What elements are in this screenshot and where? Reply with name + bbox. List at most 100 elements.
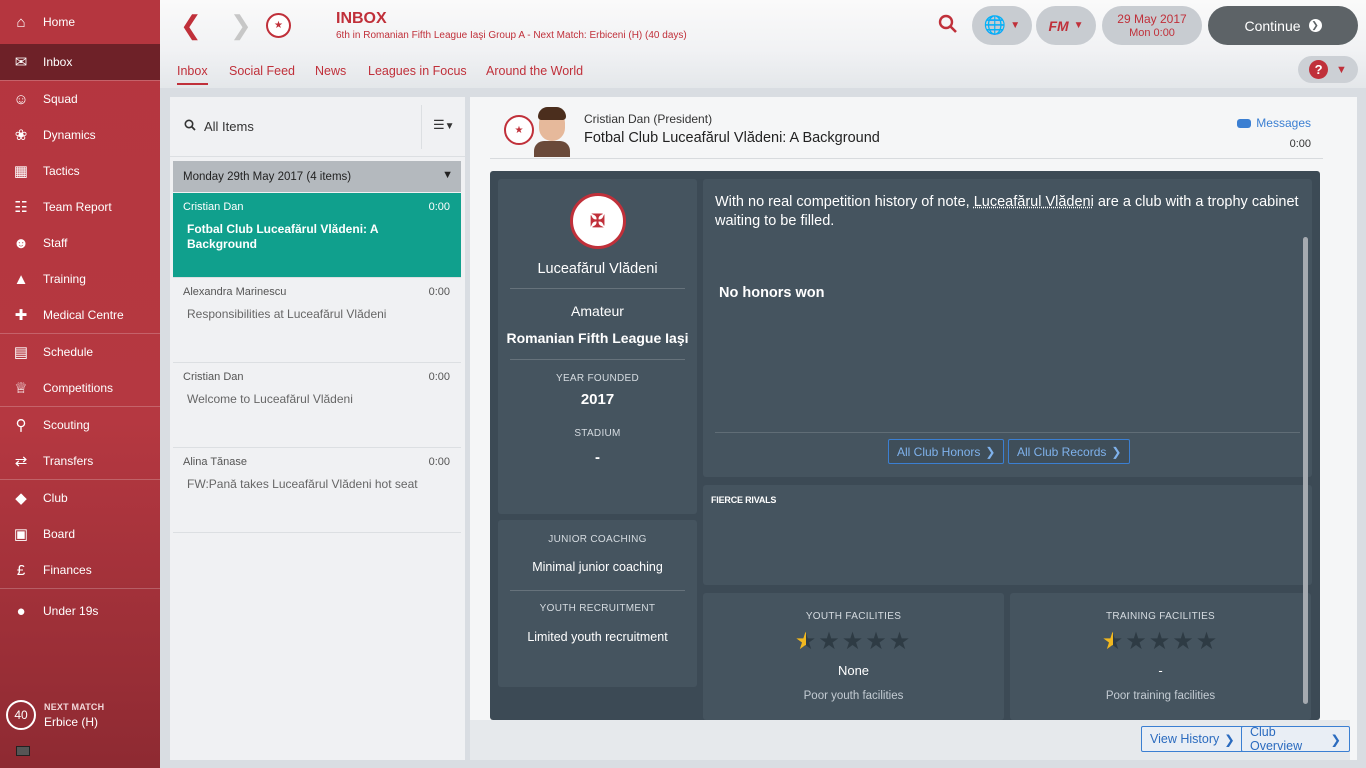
forward-arrow-icon[interactable]: ❯ [230, 12, 252, 38]
all-club-records-button[interactable]: All Club Records ❯ [1008, 439, 1131, 464]
star-icon: ★ [818, 628, 842, 655]
sidebar-item-medical-centre[interactable]: ✚ Medical Centre [0, 297, 160, 333]
date-button[interactable]: 29 May 2017 Mon 0:00 [1102, 6, 1202, 45]
club-name[interactable]: Luceafărul Vlădeni [498, 261, 697, 277]
club-badge-icon[interactable]: ★ [266, 13, 291, 38]
youth-facilities-card: YOUTH FACILITIES ★★★★★★ None Poor youth … [703, 593, 1004, 720]
list-item[interactable]: Cristian Dan 0:00 Welcome to Luceafărul … [173, 363, 461, 448]
sidebar-item-staff[interactable]: ☻ Staff [0, 225, 160, 261]
scrollbar[interactable] [1303, 237, 1308, 704]
tab-around-the-world[interactable]: Around the World [486, 64, 583, 78]
sidebar-item-label: Team Report [43, 200, 112, 214]
all-club-honors-button[interactable]: All Club Honors ❯ [888, 439, 1005, 464]
message-time: 0:00 [428, 286, 450, 298]
view-history-button[interactable]: View History ❯ [1141, 726, 1244, 752]
staff-icon: ☻ [13, 234, 29, 252]
team-report-icon: ☷ [14, 199, 28, 216]
sidebar-item-under-19s[interactable]: ● Under 19s [0, 589, 160, 633]
sidebar-item-label: Scouting [43, 418, 90, 432]
club-link[interactable]: Luceafărul Vlădeni [974, 194, 1094, 210]
message-view: ★ Cristian Dan (President) Fotbal Club L… [470, 97, 1357, 760]
next-match-widget[interactable]: 40 NEXT MATCH Erbice (H) [6, 700, 104, 730]
date-group-label: Monday 29th May 2017 (4 items) [183, 170, 352, 183]
star-icon: ★ [1125, 628, 1149, 655]
sidebar-item-label: Finances [43, 563, 92, 577]
club-description-card: With no real competition history of note… [703, 179, 1312, 477]
help-button[interactable]: ? ▼ [1298, 56, 1358, 83]
star-icon: ★★ [794, 628, 819, 655]
current-day-time: Mon 0:00 [1129, 27, 1175, 39]
sidebar-item-scouting[interactable]: ⚲ Scouting [0, 407, 160, 443]
sidebar-item-finances[interactable]: £ Finances [0, 552, 160, 588]
sidebar-nav: ⌂ Home ✉ Inbox ☺ Squad ❀ Dynamics ▦ Tactics ☷ Team … [0, 0, 160, 633]
chevron-down-icon: ▼ [1010, 20, 1021, 31]
message-time: 0:00 [428, 456, 450, 468]
top-bar: ❮ ❯ ★ INBOX 6th in Romanian Fifth League… [160, 0, 1366, 50]
bottom-bar: View History ❯ Club Overview ❯ [470, 720, 1350, 760]
star-icon: ★ [1195, 628, 1220, 655]
continue-button[interactable]: Continue ❯ [1208, 6, 1358, 45]
tab-inbox[interactable]: Inbox [177, 64, 208, 85]
tab-social-feed[interactable]: Social Feed [229, 64, 295, 78]
youth-facilities-label: YOUTH FACILITIES [805, 611, 902, 622]
star-icon: ★ [841, 628, 866, 655]
sidebar-item-board[interactable]: ▣ Board [0, 516, 160, 552]
next-match-title: NEXT MATCH [44, 701, 105, 712]
all-club-honors-label: All Club Honors [897, 444, 981, 459]
sidebar-item-label: Home [43, 15, 76, 29]
list-item[interactable]: Alexandra Marinescu 0:00 Responsibilitie… [173, 278, 461, 363]
club-status: Amateur [571, 303, 624, 319]
sidebar-item-tactics[interactable]: ▦ Tactics [0, 153, 160, 189]
sidebar-item-competitions[interactable]: ♕ Competitions [0, 370, 160, 406]
sidebar-item-transfers[interactable]: ⇄ Transfers [0, 443, 160, 479]
continue-label: Continue [1244, 17, 1301, 34]
list-item[interactable]: Cristian Dan 0:00 Fotbal Club Luceafărul… [173, 193, 461, 278]
sidebar-item-training[interactable]: ▲ Training [0, 261, 160, 297]
monitor-icon[interactable] [16, 746, 30, 756]
tab-leagues-in-focus[interactable]: Leagues in Focus [368, 64, 467, 78]
sidebar-item-label: Inbox [43, 55, 73, 69]
year-founded-label: YEAR FOUNDED [555, 373, 640, 384]
world-menu-button[interactable]: 🌐 ▼ [972, 6, 1032, 45]
search-icon[interactable] [938, 14, 958, 40]
back-arrow-icon[interactable]: ❮ [180, 12, 202, 38]
sender-line[interactable]: Cristian Dan (President) [584, 112, 712, 126]
tab-news[interactable]: News [315, 64, 346, 78]
club-overview-button[interactable]: Club Overview ❯ [1241, 725, 1350, 753]
chevron-down-icon: ▼ [442, 169, 453, 181]
sidebar-item-home[interactable]: ⌂ Home [0, 0, 160, 44]
list-menu-icon[interactable]: ☰▼ [433, 117, 455, 133]
inbox-list-panel: All Items ☰▼ Monday 29th May 2017 (4 ite… [170, 97, 465, 760]
all-club-records-label: All Club Records [1017, 444, 1107, 459]
training-facilities-value: - [1158, 663, 1163, 678]
sidebar-item-team-report[interactable]: ☷ Team Report [0, 189, 160, 225]
sidebar-item-dynamics[interactable]: ❀ Dynamics [0, 117, 160, 153]
avatar[interactable] [534, 105, 570, 157]
sidebar-item-squad[interactable]: ☺ Squad [0, 81, 160, 117]
home-icon: ⌂ [16, 13, 26, 31]
sidebar-item-club[interactable]: ◆ Club [0, 480, 160, 516]
message-subject: Welcome to Luceafărul Vlădeni [187, 392, 353, 406]
sidebar-item-label: Squad [43, 92, 78, 106]
messages-link[interactable]: Messages [1237, 116, 1311, 130]
fm-menu-button[interactable]: FM ▼ [1036, 6, 1096, 45]
sidebar-item-label: Under 19s [43, 604, 99, 618]
page-subtitle[interactable]: 6th in Romanian Fifth League Iaşi Group … [336, 30, 687, 41]
sidebar-item-schedule[interactable]: ▤ Schedule [0, 334, 160, 370]
current-date: 29 May 2017 [1117, 12, 1187, 26]
club-league[interactable]: Romanian Fifth League Iaşi [498, 330, 697, 346]
board-icon: ▣ [13, 526, 29, 543]
club-crest-icon[interactable]: ✠ [569, 193, 626, 249]
junior-coaching-value: Minimal junior coaching [532, 560, 663, 574]
inbox-icon: ✉ [14, 54, 28, 71]
sidebar-item-label: Tactics [43, 164, 80, 178]
description-text-start: With no real competition history of note… [715, 194, 974, 210]
u19-icon: ● [16, 602, 26, 620]
chevron-down-icon: ▼ [1336, 63, 1347, 76]
club-background-panel: ✠ Luceafărul Vlădeni Amateur Romanian Fi… [490, 171, 1320, 720]
club-badge-icon[interactable]: ★ [504, 115, 534, 145]
list-item[interactable]: Alina Tănase 0:00 FW:Pană takes Luceafăr… [173, 448, 461, 533]
sidebar-item-inbox[interactable]: ✉ Inbox [0, 44, 160, 80]
message-header: ★ Cristian Dan (President) Fotbal Club L… [490, 103, 1323, 159]
date-group-header[interactable]: Monday 29th May 2017 (4 items) ▼ [173, 161, 461, 192]
